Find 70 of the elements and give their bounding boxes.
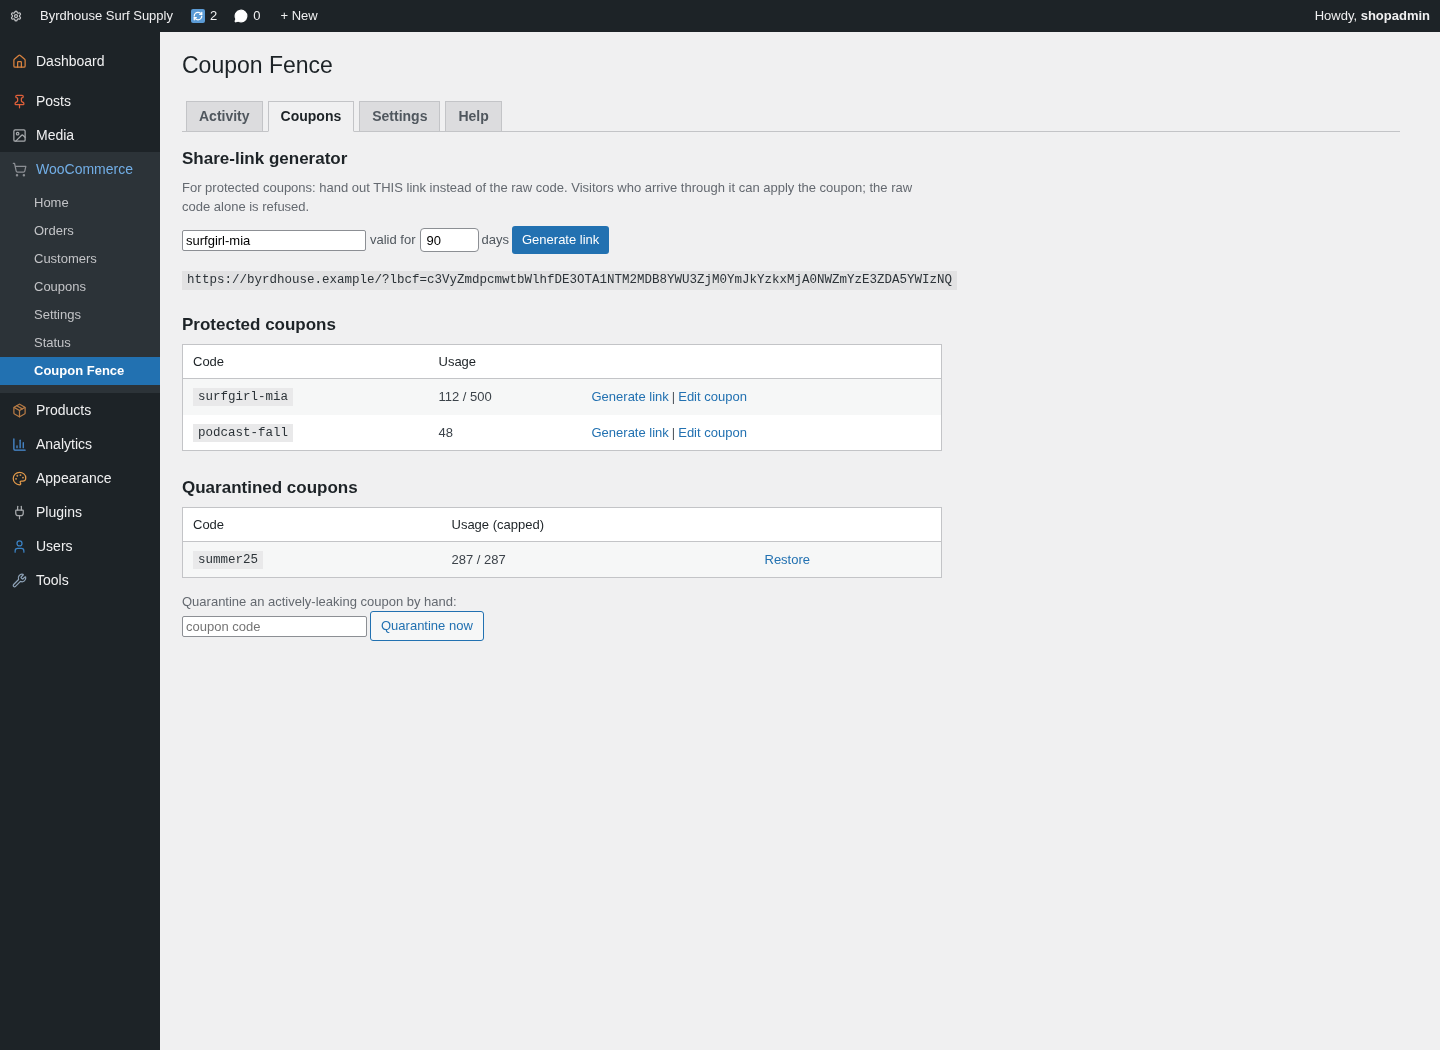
link-separator: | bbox=[671, 388, 676, 406]
column-header: Usage bbox=[438, 353, 477, 369]
picture-frame-icon bbox=[12, 127, 27, 143]
action-link[interactable]: Generate link bbox=[591, 422, 669, 442]
speech-bubble-icon bbox=[234, 9, 249, 23]
action-link[interactable]: Restore bbox=[764, 549, 811, 570]
column-header: Usage (capped) bbox=[451, 516, 544, 532]
quarantine-label: Quarantine an actively-leaking coupon by hand: bbox=[182, 593, 458, 611]
sidebar-item[interactable]: Posts bbox=[0, 84, 160, 118]
bar-chart-icon bbox=[12, 436, 27, 452]
section-heading: Protected coupons bbox=[182, 314, 337, 336]
generate-link-button[interactable]: Generate link bbox=[512, 226, 610, 254]
sidebar-item[interactable]: Plugins bbox=[0, 495, 160, 529]
palette-icon bbox=[12, 470, 27, 486]
submenu-item[interactable]: Home bbox=[0, 189, 160, 217]
column-header: Code bbox=[193, 516, 225, 532]
coupon-code: podcast-fall bbox=[193, 423, 293, 442]
usage-text: 48 bbox=[438, 424, 453, 440]
box-icon bbox=[12, 402, 27, 418]
coupon-code-input[interactable]: surfgirl-mia bbox=[182, 229, 366, 251]
plug-icon bbox=[12, 504, 27, 520]
days-input[interactable]: 90 bbox=[419, 228, 479, 252]
sidebar-item[interactable]: Analytics bbox=[0, 427, 160, 461]
section-heading: Share-link generator bbox=[182, 148, 349, 170]
tab[interactable]: Coupons bbox=[267, 101, 355, 132]
action-link[interactable]: Generate link bbox=[591, 387, 669, 407]
sidebar-item[interactable]: Dashboard bbox=[0, 44, 160, 78]
submenu-item[interactable]: Customers bbox=[0, 245, 160, 273]
tab[interactable]: Activity bbox=[186, 101, 263, 132]
site-name-link[interactable]: Byrdhouse Surf Supply bbox=[40, 6, 173, 26]
submenu-item[interactable]: Coupons bbox=[0, 273, 160, 301]
gear-icon[interactable] bbox=[10, 10, 22, 22]
comments-link[interactable]: 0 bbox=[234, 6, 261, 26]
section-heading: Quarantined coupons bbox=[182, 477, 359, 499]
sidebar-item[interactable]: Tools bbox=[0, 563, 160, 597]
sidebar-item[interactable]: Users bbox=[0, 529, 160, 563]
coupon-code: summer25 bbox=[193, 551, 263, 570]
usage-text: 112 / 500 bbox=[438, 389, 492, 404]
link-separator: | bbox=[671, 423, 676, 442]
column-header: Code bbox=[193, 353, 225, 369]
page-title: Coupon Fence bbox=[182, 51, 334, 80]
coupon-code: surfgirl-mia bbox=[193, 388, 293, 407]
refresh-icon bbox=[190, 9, 205, 23]
tab[interactable]: Help bbox=[445, 101, 502, 132]
submenu-item[interactable]: Coupon Fence bbox=[0, 357, 160, 385]
tab[interactable]: Settings bbox=[359, 101, 441, 132]
coupon-code-input[interactable]: coupon code bbox=[182, 615, 367, 637]
sidebar-item[interactable]: Products bbox=[0, 393, 160, 427]
usage-text: 287 / 287 bbox=[451, 551, 506, 567]
greeting-link[interactable]: Howdy, shopadmin bbox=[1314, 6, 1430, 26]
submenu-item[interactable]: Status bbox=[0, 329, 160, 357]
sidebar-item[interactable]: Appearance bbox=[0, 461, 160, 495]
days-label: days bbox=[481, 231, 509, 250]
pushpin-icon bbox=[12, 93, 27, 109]
valid-for-label: valid for bbox=[370, 231, 416, 250]
description-text: For protected coupons: hand out THIS link instead of the raw code. Visitors who arrive through it can apply the coupon; the raw code alone is refused. bbox=[182, 179, 914, 216]
user-icon bbox=[12, 538, 27, 554]
house-icon bbox=[12, 53, 27, 69]
wrench-icon bbox=[12, 572, 27, 588]
sidebar-item[interactable]: Media bbox=[0, 118, 160, 152]
new-link[interactable]: + New bbox=[280, 6, 318, 26]
action-link[interactable]: Edit coupon bbox=[678, 422, 747, 442]
action-link[interactable]: Edit coupon bbox=[678, 387, 747, 407]
updates-link[interactable]: 2 bbox=[190, 6, 218, 26]
cart-icon bbox=[12, 161, 27, 177]
submenu-item[interactable]: Orders bbox=[0, 217, 160, 245]
submenu-item[interactable]: Settings bbox=[0, 301, 160, 329]
generated-url: https://byrdhouse.example/?lbcf=c3VyZmdpcmwtbWlhfDE3OTA1NTM2MDB8YWU3ZjM0YmJkYzkxMjA0NWZmYzE3ZDA5YWIzNQ bbox=[182, 271, 958, 290]
quarantine-button[interactable]: Quarantine now bbox=[370, 611, 484, 641]
sidebar-item[interactable]: WooCommerce bbox=[0, 152, 160, 186]
